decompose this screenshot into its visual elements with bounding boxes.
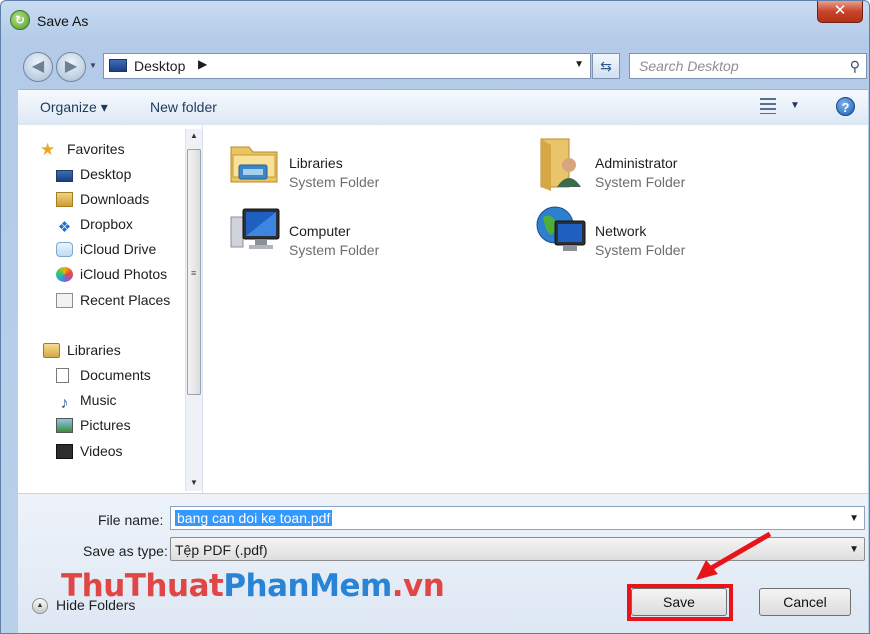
file-item-network[interactable]: Network System Folder (533, 203, 833, 263)
sidebar-item-dropbox[interactable]: ❖ Dropbox (56, 216, 133, 238)
scroll-thumb[interactable]: ≡ (187, 149, 201, 395)
search-icon[interactable]: ⚲ (850, 58, 860, 75)
save-type-label: Save as type: (83, 543, 168, 559)
sidebar-item-label: iCloud Drive (80, 241, 157, 257)
window-title: Save As (37, 13, 89, 29)
breadcrumb-arrow-icon[interactable]: ▶ (198, 57, 207, 71)
search-placeholder: Search Desktop (639, 58, 739, 74)
save-type-dropdown-icon[interactable]: ▼ (849, 544, 859, 555)
grip-icon: ≡ (191, 268, 197, 278)
hide-folders-label: Hide Folders (56, 597, 136, 613)
sidebar-item-libraries[interactable]: Libraries (43, 342, 121, 364)
sidebar-item-label: Recent Places (80, 292, 171, 308)
change-view-icon[interactable] (760, 98, 776, 114)
sidebar-item-label: Favorites (67, 141, 125, 157)
save-type-value: Tệp PDF (.pdf) (175, 542, 268, 558)
new-folder-button[interactable]: New folder (150, 99, 217, 115)
file-name-input[interactable]: bang can doi ke toan.pdf ▼ (170, 506, 865, 530)
network-icon (536, 206, 586, 251)
desktop-icon (56, 170, 73, 182)
music-icon: ♪ (60, 395, 69, 412)
videos-icon (56, 444, 73, 459)
refresh-button[interactable]: ⇆ (592, 53, 620, 79)
command-bar: Organize ▾ New folder ▼ ? (18, 89, 868, 125)
desktop-icon (109, 59, 127, 72)
recent-places-icon (56, 293, 73, 308)
computer-icon (230, 208, 280, 249)
file-type: System Folder (595, 174, 686, 190)
forward-button[interactable]: ▶ (56, 52, 86, 82)
user-folder-icon (540, 138, 581, 191)
file-type: System Folder (289, 242, 380, 258)
sidebar-item-label: Libraries (67, 342, 121, 358)
sidebar-item-downloads[interactable]: Downloads (56, 191, 149, 213)
sidebar-item-desktop[interactable]: Desktop (56, 166, 131, 188)
organize-button[interactable]: Organize ▾ (40, 99, 108, 116)
scroll-down-arrow-icon[interactable]: ▼ (186, 478, 202, 487)
file-name: Network (595, 223, 647, 239)
sidebar-item-label: Desktop (80, 166, 132, 182)
save-options-panel: File name: bang can doi ke toan.pdf ▼ Sa… (18, 493, 868, 633)
sidebar-item-pictures[interactable]: Pictures (56, 417, 131, 439)
scroll-up-arrow-icon[interactable]: ▲ (186, 131, 202, 140)
sidebar-item-music[interactable]: ♪ Music (56, 392, 117, 414)
file-name-dropdown-icon[interactable]: ▼ (849, 513, 859, 524)
navigation-pane: ★ Favorites Desktop Downloads ❖ Dropbox iC… (18, 125, 203, 493)
file-name: Computer (289, 223, 351, 239)
file-list: Libraries System Folder Administrator Sy… (203, 125, 868, 493)
sidebar-item-videos[interactable]: Videos (56, 443, 123, 465)
file-item-computer[interactable]: Computer System Folder (227, 203, 527, 263)
search-input[interactable]: Search Desktop ⚲ (629, 53, 867, 79)
file-name-label: File name: (98, 512, 164, 528)
save-highlight-box (627, 584, 733, 621)
documents-icon (56, 368, 69, 383)
address-bar[interactable]: Desktop ▶ ▼ (103, 53, 591, 79)
sidebar-item-label: Videos (80, 443, 123, 459)
file-item-libraries[interactable]: Libraries System Folder (227, 135, 527, 195)
sidebar-item-icloud-drive[interactable]: iCloud Drive (56, 241, 156, 263)
back-button[interactable]: ◀ (23, 52, 53, 82)
save-as-dialog: ↻ Save As ✕ ◀ ▶ ▼ Desktop ▶ ▼ ⇆ Search D… (0, 0, 870, 634)
file-name: Administrator (595, 155, 678, 171)
navigation-bar: ◀ ▶ ▼ Desktop ▶ ▼ ⇆ Search Desktop ⚲ (1, 47, 869, 87)
icloud-photos-icon (56, 267, 73, 282)
sidebar-item-recent-places[interactable]: Recent Places (56, 292, 170, 314)
libraries-icon (43, 343, 60, 358)
title-bar[interactable]: ↻ Save As ✕ (1, 1, 869, 47)
close-button[interactable]: ✕ (817, 1, 863, 23)
pointer-arrow-icon (696, 531, 772, 580)
sidebar-scrollbar[interactable]: ▲ ≡ ▼ (185, 129, 202, 491)
cancel-button[interactable]: Cancel (759, 588, 851, 616)
sidebar-item-label: Music (80, 392, 117, 408)
sidebar-item-label: iCloud Photos (80, 266, 168, 282)
dropbox-icon: ❖ (57, 219, 72, 236)
file-type: System Folder (289, 174, 380, 190)
view-dropdown-icon[interactable]: ▼ (790, 100, 800, 111)
sidebar-item-label: Dropbox (80, 216, 133, 232)
file-name: Libraries (289, 155, 343, 171)
app-icon: ↻ (10, 10, 30, 30)
sidebar-item-icloud-photos[interactable]: iCloud Photos (56, 266, 167, 288)
collapse-icon: ▲ (32, 598, 48, 614)
file-type: System Folder (595, 242, 686, 258)
file-item-administrator[interactable]: Administrator System Folder (533, 135, 833, 195)
address-dropdown-icon[interactable]: ▼ (574, 59, 584, 70)
star-icon: ★ (40, 140, 56, 159)
icloud-drive-icon (56, 242, 73, 257)
help-icon[interactable]: ? (836, 97, 855, 116)
sidebar-item-label: Pictures (80, 417, 131, 433)
sidebar-item-documents[interactable]: Documents (56, 367, 151, 389)
file-name-value: bang can doi ke toan.pdf (175, 510, 333, 526)
sidebar-item-label: Documents (80, 367, 151, 383)
history-dropdown-icon[interactable]: ▼ (89, 61, 97, 70)
downloads-icon (56, 192, 73, 207)
sidebar-item-label: Downloads (80, 191, 150, 207)
pictures-icon (56, 418, 73, 433)
sidebar-item-favorites[interactable]: ★ Favorites (40, 141, 125, 163)
watermark-part: .vn (391, 568, 445, 604)
address-text: Desktop (134, 58, 186, 74)
libraries-icon (230, 146, 278, 183)
watermark-part: PhanMem (223, 568, 392, 604)
